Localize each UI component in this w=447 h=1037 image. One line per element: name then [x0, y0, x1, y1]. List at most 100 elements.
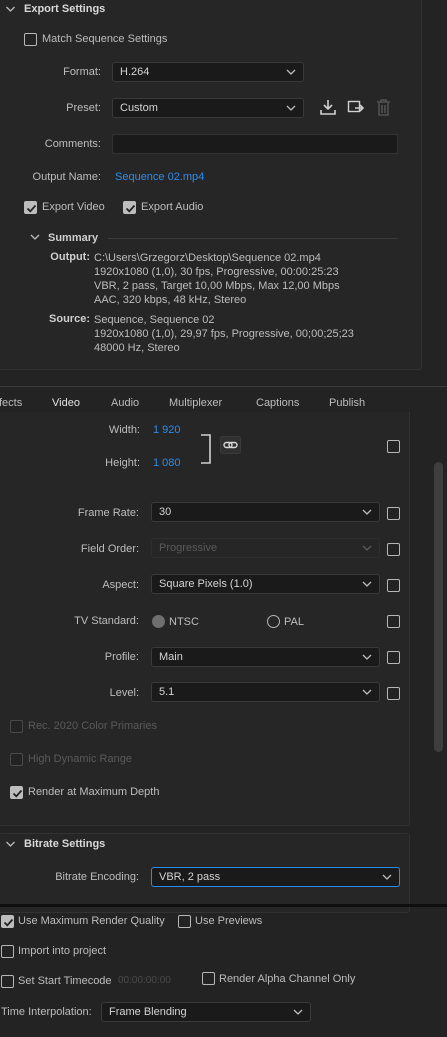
export-settings-title: Export Settings [24, 3, 106, 15]
chevron-down-icon [292, 1006, 304, 1018]
summary-output-line: C:\Users\Grzegorz\Desktop\Sequence 02.mp… [94, 252, 321, 264]
field-order-label: Field Order: [80, 543, 139, 555]
level-label: Level: [109, 687, 139, 699]
frame-rate-override-checkbox[interactable] [387, 507, 400, 520]
summary-source-line: 1920x1080 (1,0), 29,97 fps, Progressive,… [94, 328, 354, 340]
height-label: Height: [105, 457, 140, 469]
width-label: Width: [108, 424, 140, 436]
level-value: 5.1 [159, 686, 175, 698]
level-dropdown[interactable]: 5.1 [151, 682, 380, 702]
preset-label: Preset: [66, 102, 101, 114]
comments-label: Comments: [44, 138, 101, 150]
summary-output-line: VBR, 2 pass, Target 10,00 Mbps, Max 12,0… [94, 280, 340, 292]
chevron-down-icon [361, 506, 373, 518]
rec2020-checkbox[interactable] [10, 720, 23, 733]
use-previews-label: Use Previews [195, 915, 263, 927]
delete-preset-icon[interactable] [376, 99, 391, 116]
preset-value: Custom [120, 102, 158, 114]
time-interpolation-value: Frame Blending [109, 1006, 187, 1018]
tab-bar-divider [0, 386, 447, 387]
start-timecode-checkbox[interactable] [1, 975, 14, 988]
ntsc-label: NTSC [169, 616, 199, 628]
dimension-bracket-icon [201, 434, 211, 464]
frame-rate-dropdown[interactable]: 30 [151, 502, 380, 522]
tab-audio[interactable]: Audio [111, 397, 139, 409]
import-preset-icon[interactable] [319, 99, 337, 116]
start-timecode-label: Set Start Timecode [18, 975, 112, 987]
summary-output-label: Output: [50, 251, 90, 263]
tab-publish[interactable]: Publish [329, 397, 365, 409]
comments-input[interactable] [112, 134, 398, 154]
link-icon[interactable] [220, 436, 241, 454]
aspect-override-checkbox[interactable] [387, 579, 400, 592]
format-label: Format: [63, 66, 101, 78]
chevron-down-icon [361, 686, 373, 698]
chevron-down-icon [381, 871, 393, 883]
format-dropdown[interactable]: H.264 [112, 62, 304, 82]
bitrate-chevron-icon[interactable] [5, 840, 16, 849]
tab-multiplexer[interactable]: Multiplexer [169, 397, 222, 409]
output-name-label: Output Name: [32, 171, 101, 183]
import-project-checkbox[interactable] [1, 945, 14, 958]
summary-output-line: 1920x1080 (1,0), 30 fps, Progressive, 00… [94, 266, 339, 278]
width-value[interactable]: 1 920 [153, 424, 181, 436]
summary-output-line: AAC, 320 kbps, 48 kHz, Stereo [94, 294, 247, 306]
level-override-checkbox[interactable] [387, 687, 400, 700]
chevron-down-icon [361, 542, 373, 554]
ntsc-radio[interactable] [152, 615, 165, 628]
bitrate-encoding-dropdown[interactable]: VBR, 2 pass [151, 867, 400, 887]
chevron-down-icon [361, 651, 373, 663]
field-order-dropdown[interactable]: Progressive [151, 538, 380, 558]
tab-effects[interactable]: fects [0, 397, 22, 409]
aspect-label: Aspect: [102, 579, 139, 591]
chevron-down-icon [285, 66, 297, 78]
save-preset-icon[interactable] [347, 99, 365, 116]
summary-source-label: Source: [49, 313, 90, 325]
alpha-only-label: Render Alpha Channel Only [219, 973, 356, 985]
aspect-dropdown[interactable]: Square Pixels (1.0) [151, 574, 380, 594]
field-order-value: Progressive [159, 542, 218, 554]
output-name-link[interactable]: Sequence 02.mp4 [115, 171, 204, 183]
scrollbar-thumb[interactable] [434, 462, 443, 752]
max-depth-checkbox[interactable] [10, 786, 23, 799]
export-video-checkbox[interactable] [24, 201, 37, 214]
hdr-checkbox[interactable] [10, 753, 23, 766]
hdr-label: High Dynamic Range [28, 753, 132, 765]
max-render-quality-label: Use Maximum Render Quality [18, 915, 165, 927]
export-audio-label: Export Audio [141, 201, 204, 213]
summary-source-line: 48000 Hz, Stereo [94, 342, 180, 354]
height-value[interactable]: 1 080 [153, 457, 181, 469]
profile-value: Main [159, 651, 183, 663]
format-value: H.264 [120, 66, 150, 78]
collapse-chevron-icon[interactable] [5, 4, 16, 14]
pal-label: PAL [284, 616, 304, 628]
use-previews-checkbox[interactable] [178, 915, 191, 928]
tv-standard-override-checkbox[interactable] [387, 615, 400, 628]
export-audio-checkbox[interactable] [123, 201, 136, 214]
max-depth-label: Render at Maximum Depth [28, 786, 160, 798]
bitrate-encoding-value: VBR, 2 pass [159, 871, 221, 883]
tv-standard-label: TV Standard: [74, 615, 139, 627]
time-interpolation-dropdown[interactable]: Frame Blending [101, 1002, 311, 1022]
profile-dropdown[interactable]: Main [151, 647, 380, 667]
aspect-value: Square Pixels (1.0) [159, 578, 253, 590]
alpha-only-checkbox[interactable] [202, 972, 215, 985]
max-render-quality-checkbox[interactable] [1, 915, 14, 928]
summary-divider [108, 238, 398, 239]
summary-source-line: Sequence, Sequence 02 [94, 314, 215, 326]
preset-dropdown[interactable]: Custom [112, 98, 304, 118]
field-order-override-checkbox[interactable] [387, 543, 400, 556]
profile-override-checkbox[interactable] [387, 651, 400, 664]
pal-radio[interactable] [267, 615, 280, 628]
match-sequence-checkbox[interactable] [24, 33, 37, 46]
timecode-value[interactable]: 00:00:00:00 [118, 975, 171, 986]
tab-captions[interactable]: Captions [256, 397, 299, 409]
frame-rate-label: Frame Rate: [77, 507, 139, 519]
chevron-down-icon [285, 102, 297, 114]
bitrate-settings-title: Bitrate Settings [24, 838, 106, 850]
dimensions-override-checkbox[interactable] [387, 440, 400, 453]
tab-video[interactable]: Video [52, 397, 80, 409]
bitrate-encoding-label: Bitrate Encoding: [55, 871, 139, 883]
summary-chevron-icon[interactable] [30, 233, 40, 241]
export-video-label: Export Video [42, 201, 105, 213]
